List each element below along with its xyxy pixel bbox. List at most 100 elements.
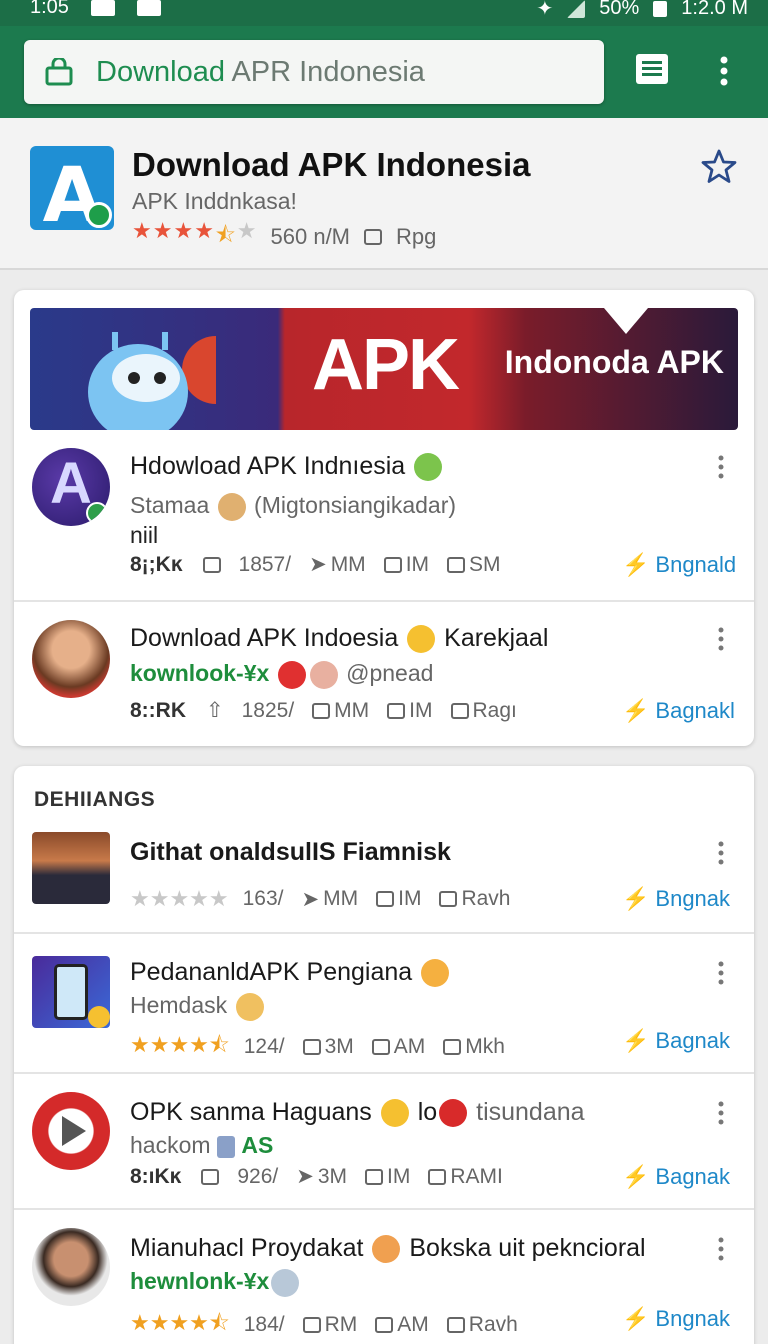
bookmark-icon — [375, 1317, 394, 1333]
emoji-icon — [217, 492, 246, 521]
download-button[interactable]: ⚡ Bagnakl — [622, 698, 735, 724]
download-count: 560 n/M — [270, 224, 351, 249]
stat-d: SM — [469, 552, 501, 576]
item-title: Download APK Indoesia Karekjaal — [130, 624, 549, 654]
list-item[interactable]: OPK sanma Haguans lo tisundana hackom AS… — [14, 1074, 754, 1210]
emoji-icon — [271, 1268, 300, 1297]
bolt-icon: ⚡ — [622, 1164, 650, 1189]
app-logo: A — [30, 146, 114, 230]
item-subtitle: hackom AS — [130, 1132, 274, 1158]
stat-b: 3M — [324, 1035, 354, 1058]
stat-bold: 8::RK — [130, 698, 186, 722]
bookmark-icon — [365, 1168, 384, 1185]
item-title: Mianuhacl Proydakat Bokska uit peknciora… — [130, 1234, 646, 1264]
stat-b: 3M — [317, 1164, 348, 1188]
more-vert-icon[interactable] — [714, 626, 728, 652]
list-item[interactable]: Githat onaldsulIS Fiamnisk ★★★★★ 163/ ➤ M… — [14, 816, 754, 934]
bookmark-icon — [376, 891, 395, 907]
list-item[interactable]: A Hdowload APK Indnıesia Stamaa (Migtons… — [14, 430, 754, 602]
list-item[interactable]: Download APK Indoesia Karekjaal kownlook… — [14, 602, 754, 746]
stat-a: 1857/ — [238, 552, 292, 576]
stat-a: 184/ — [243, 1313, 285, 1336]
star-outline-icon[interactable] — [700, 148, 738, 186]
bookmark-icon — [447, 556, 466, 573]
banner-apk-text: APK — [312, 325, 460, 405]
stat-b: MM — [330, 552, 366, 576]
item-stats: ★★★★⯪ 184/ RM AM Ravh — [130, 1306, 536, 1344]
stat-bold: 8¡;Kĸ — [130, 552, 183, 576]
avatar — [32, 1228, 110, 1306]
avatar — [32, 1092, 110, 1170]
more-vert-icon[interactable] — [714, 840, 728, 866]
item-title: OPK sanma Haguans lo tisundana — [130, 1098, 585, 1128]
app-size: Rpg — [396, 224, 437, 249]
battery-text: 50% — [599, 0, 640, 19]
emoji-icon — [309, 660, 338, 689]
item-stats: 8¡;Kĸ 1857/ ➤ MM IM SM — [130, 552, 519, 577]
share-icon: ➤ — [309, 553, 327, 576]
bookmark-icon — [428, 1168, 447, 1185]
stat-d: Ragı — [472, 698, 517, 722]
url-field[interactable]: Download APR Indonesia — [24, 40, 604, 104]
item-stats: ★★★★★ 163/ ➤ MM IM Ravh — [130, 886, 528, 912]
item-line3: niil — [130, 522, 159, 548]
item-subtitle: Hemdask — [130, 992, 266, 1021]
promo-banner[interactable]: APK Indonoda APK — [30, 308, 738, 430]
share-icon: ➤ — [301, 887, 320, 911]
status-time: 1:2.0 M — [681, 0, 748, 19]
download-button[interactable]: ⚡ Bagnak — [622, 1164, 730, 1190]
stat-d: RAMI — [450, 1164, 503, 1188]
item-title: Githat onaldsulIS Fiamnisk — [130, 838, 451, 866]
item-subtitle: kownlook-¥x @pnead — [130, 660, 433, 689]
battery-icon — [653, 0, 668, 17]
bookmark-icon — [383, 556, 402, 573]
stat-a: 1825/ — [241, 698, 295, 722]
signal-icon — [567, 0, 586, 18]
emoji-icon — [277, 660, 306, 689]
stat-c: IM — [387, 1164, 411, 1188]
emoji-icon — [372, 1235, 401, 1264]
download-button[interactable]: ⚡ Bngnak — [622, 1306, 730, 1332]
rating-stars: ★★★★⯪ — [130, 1032, 230, 1057]
item-thumbnail — [32, 956, 110, 1028]
more-vert-icon[interactable] — [714, 960, 728, 986]
emoji-icon — [407, 625, 436, 654]
download-button[interactable]: ⚡ Bngnak — [622, 886, 730, 912]
banner-side-text: Indonoda APK — [504, 344, 724, 380]
stat-a: 163/ — [242, 887, 284, 910]
stat-b: MM — [323, 887, 359, 910]
download-button[interactable]: ⚡ Bngnald — [622, 552, 736, 578]
section-card: DEHIIANGS Githat onaldsulIS Fiamnisk ★★★… — [14, 766, 754, 1344]
robot-icon — [216, 1135, 235, 1158]
status-right: ✦ 50% 1:2.0 M — [537, 0, 748, 21]
bolt-icon: ⚡ — [622, 698, 650, 723]
item-stats: 8::RK ⇧ 1825/ MM IM Ragı — [130, 698, 535, 723]
list-item[interactable]: PedananldAPK Pengiana Hemdask ★★★★⯪ 124/… — [14, 934, 754, 1074]
item-thumbnail — [32, 832, 110, 904]
lock-icon — [45, 58, 73, 86]
avatar — [32, 620, 110, 698]
reader-icon[interactable] — [634, 52, 670, 86]
avatar: A — [32, 448, 110, 526]
stat-b: MM — [334, 698, 370, 722]
android-mascot-icon — [88, 332, 216, 430]
app-title: Download APK Indonesia — [132, 146, 531, 183]
bolt-icon: ⚡ — [622, 552, 650, 577]
more-vert-icon[interactable] — [714, 1100, 728, 1126]
more-vert-icon[interactable] — [714, 1236, 728, 1262]
url-highlight: Download — [96, 56, 225, 88]
bolt-icon: ⚡ — [622, 1028, 650, 1053]
rating-stars: ★ ★ ★ ★ ⯪ ★ — [132, 218, 257, 247]
app-header: A Download APK Indonesia APK Inddnkasa! … — [0, 118, 768, 270]
item-stats: ★★★★⯪ 124/ 3M AM Mkh — [130, 1028, 523, 1066]
repost-icon — [312, 702, 331, 719]
more-vert-icon[interactable] — [714, 454, 728, 480]
stat-c: IM — [405, 552, 430, 576]
stat-a: 926/ — [237, 1164, 279, 1188]
list-item[interactable]: Mianuhacl Proydakat Bokska uit peknciora… — [14, 1210, 754, 1344]
rating-stars: ★★★★★ — [130, 886, 229, 911]
emoji-icon — [414, 453, 443, 482]
more-vert-icon[interactable] — [712, 54, 736, 88]
bookmark-icon — [371, 1039, 390, 1055]
download-button[interactable]: ⚡ Bagnak — [622, 1028, 730, 1054]
